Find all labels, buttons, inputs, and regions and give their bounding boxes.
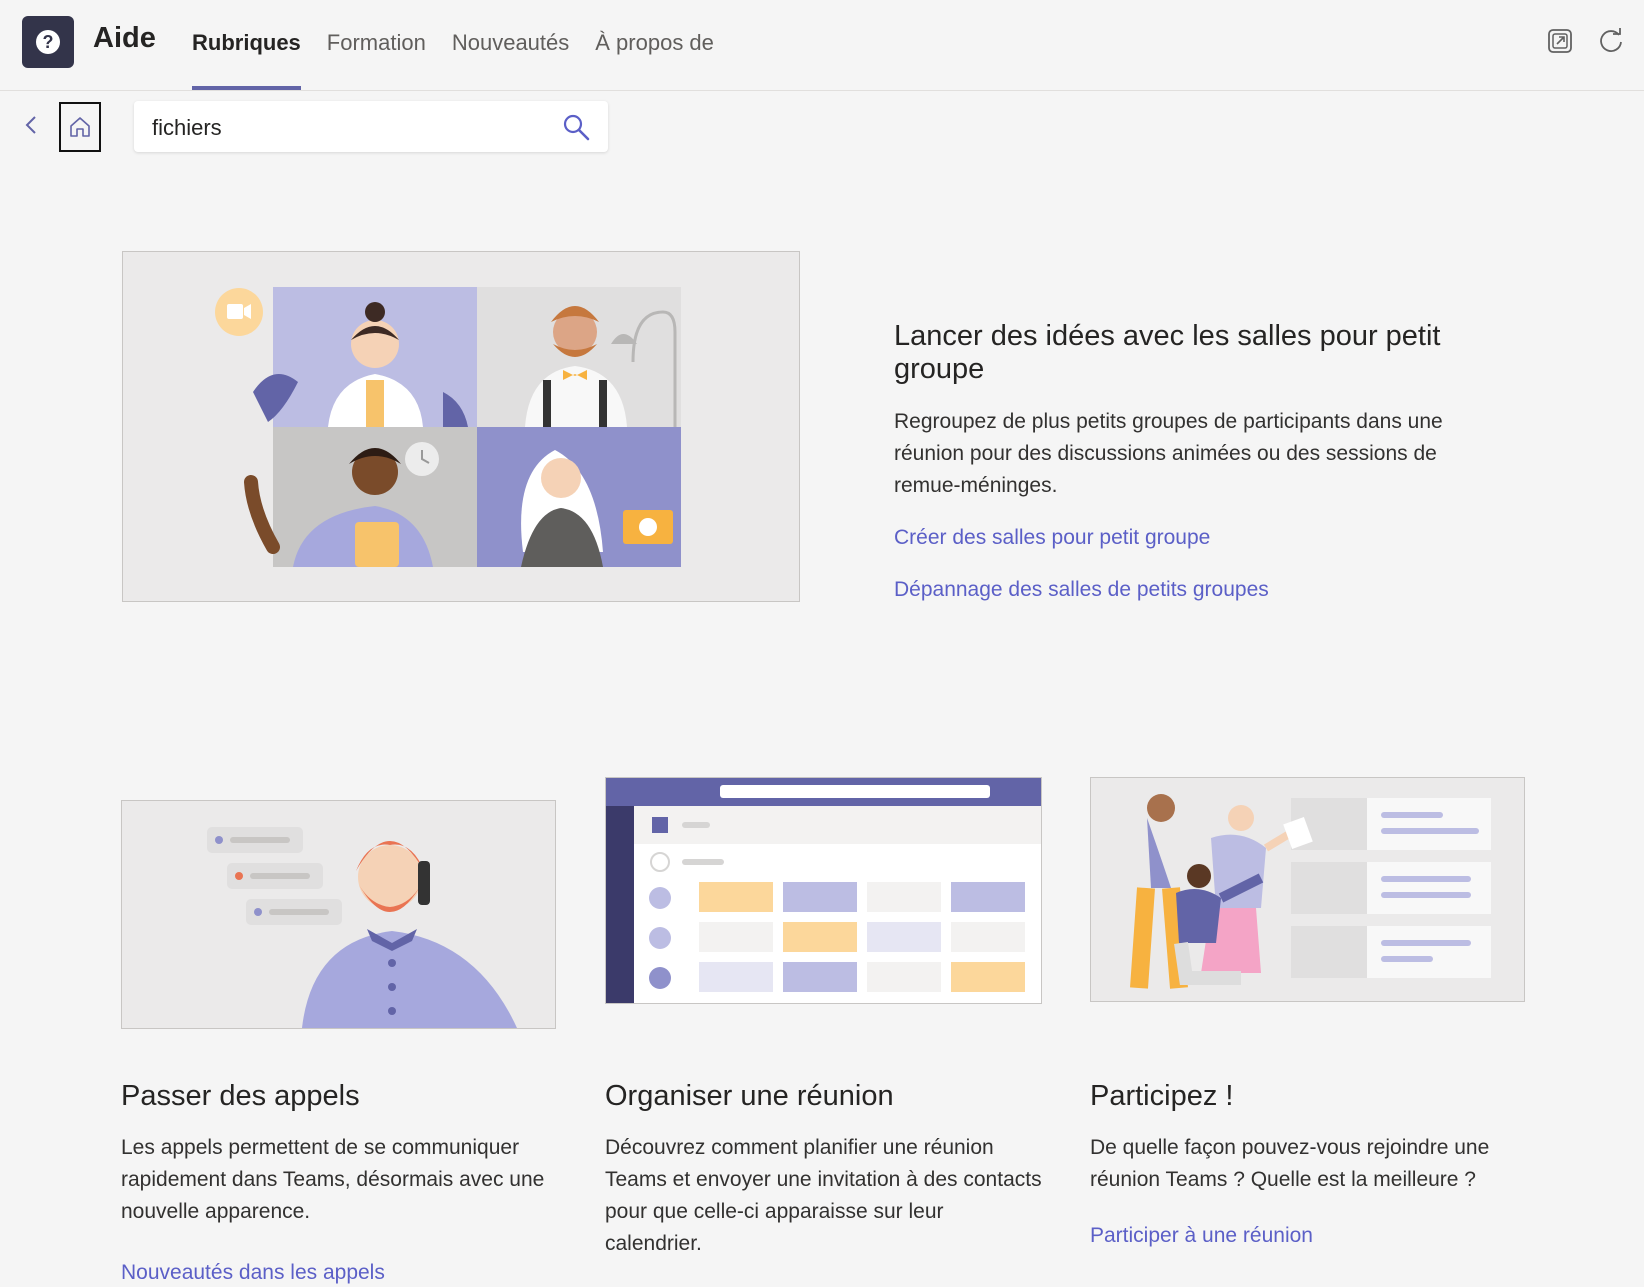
chevron-left-icon — [25, 116, 36, 134]
search-box — [134, 101, 608, 154]
meeting-illustration — [605, 777, 1042, 1004]
join-illustration — [1090, 777, 1525, 1002]
card-description: Les appels permettent de se communiquer … — [121, 1136, 545, 1223]
search-icon[interactable] — [562, 113, 590, 141]
card-title: Passer des appels — [121, 1080, 360, 1112]
search-input[interactable] — [150, 101, 534, 154]
hero-title: Lancer des idées avec les salles pour pe… — [894, 320, 1441, 385]
hero-description: Regroupez de plus petits groupes de part… — [894, 410, 1443, 497]
calls-illustration — [121, 800, 556, 1029]
tab-formation[interactable]: Formation — [327, 0, 426, 90]
join-meeting-link[interactable]: Participer à une réunion — [1090, 1224, 1313, 1248]
tab-a-propos[interactable]: À propos de — [595, 0, 714, 90]
popout-icon — [1548, 29, 1572, 53]
breakout-rooms-illustration — [122, 251, 800, 602]
whats-new-in-calls-link[interactable]: Nouveautés dans les appels — [121, 1261, 385, 1285]
card-title: Organiser une réunion — [605, 1080, 894, 1112]
troubleshoot-breakout-rooms-link[interactable]: Dépannage des salles de petits groupes — [894, 578, 1454, 602]
refresh-icon — [1600, 28, 1622, 52]
app-header: ? Aide Rubriques Formation Nouveautés À … — [0, 0, 1644, 91]
popout-button[interactable] — [1545, 26, 1575, 56]
app-title: Aide — [93, 22, 156, 54]
tab-nouveautes[interactable]: Nouveautés — [452, 0, 569, 90]
refresh-button[interactable] — [1596, 26, 1626, 56]
home-button[interactable] — [59, 102, 101, 152]
card-description: Découvrez comment planifier une réunion … — [605, 1136, 1042, 1255]
home-icon — [70, 117, 90, 137]
tab-bar: Rubriques Formation Nouveautés À propos … — [192, 0, 740, 90]
create-breakout-rooms-link[interactable]: Créer des salles pour petit groupe — [894, 526, 1454, 550]
card-title: Participez ! — [1090, 1080, 1234, 1112]
tab-rubriques[interactable]: Rubriques — [192, 0, 301, 90]
back-button[interactable] — [20, 110, 42, 140]
help-icon: ? — [22, 16, 74, 68]
hero-section: Lancer des idées avec les salles pour pe… — [894, 320, 1454, 630]
card-description: De quelle façon pouvez-vous rejoindre un… — [1090, 1136, 1490, 1191]
